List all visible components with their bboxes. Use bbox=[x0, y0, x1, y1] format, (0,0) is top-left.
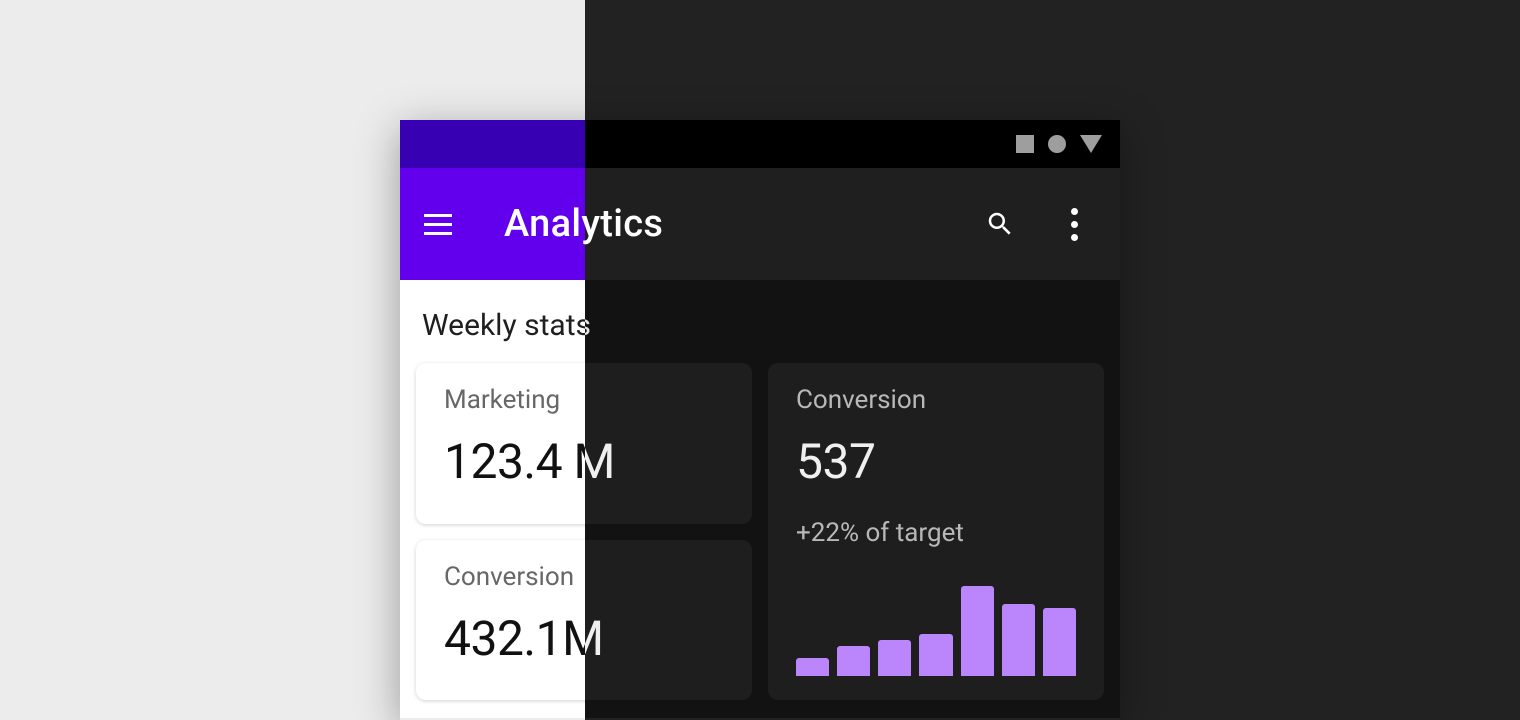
app-title: Analytics bbox=[504, 202, 585, 246]
status-bar bbox=[585, 120, 1120, 168]
card-marketing[interactable]: Marketing 123.4 M bbox=[416, 363, 585, 524]
menu-icon[interactable] bbox=[420, 206, 456, 242]
status-square-icon bbox=[1016, 135, 1034, 153]
app-bar: Analytics bbox=[400, 168, 585, 280]
card-label: Marketing bbox=[444, 385, 585, 415]
chart-bar bbox=[837, 646, 870, 676]
chart-bar bbox=[1043, 608, 1076, 676]
chart-bar bbox=[961, 586, 994, 676]
card-value: 432.1M bbox=[585, 610, 724, 667]
card-label: Conversion bbox=[585, 562, 724, 592]
card-label: Marketing bbox=[585, 385, 724, 415]
status-triangle-icon bbox=[1080, 135, 1102, 153]
overflow-menu-icon[interactable] bbox=[1054, 204, 1094, 244]
card-conversion-chart[interactable]: Conversion 537 +22% of target bbox=[768, 363, 1104, 700]
app-title: Analytics bbox=[585, 202, 980, 246]
status-circle-icon bbox=[1048, 135, 1066, 153]
card-conversion[interactable]: Conversion 432.1M bbox=[585, 540, 752, 701]
content-area: Weekly stats Marketing 123.4 M Conversio… bbox=[585, 280, 1120, 718]
card-label: Conversion bbox=[444, 562, 585, 592]
content-area: Weekly stats Marketing 123.4 M Conversio… bbox=[400, 280, 585, 718]
card-subtext: +22% of target bbox=[796, 518, 1076, 548]
status-bar bbox=[400, 120, 585, 168]
app-bar: Analytics bbox=[585, 168, 1120, 280]
section-title: Weekly stats bbox=[585, 308, 1098, 343]
card-value: 123.4 M bbox=[585, 433, 724, 490]
card-value: 123.4 M bbox=[444, 433, 585, 490]
card-marketing[interactable]: Marketing 123.4 M bbox=[585, 363, 752, 524]
card-conversion[interactable]: Conversion 432.1M bbox=[416, 540, 585, 701]
theme-light-half: Analytics Weekly stats Marketi bbox=[400, 120, 585, 720]
section-title: Weekly stats bbox=[422, 308, 585, 343]
search-icon[interactable] bbox=[980, 204, 1020, 244]
device-frame: Analytics Weekly stats Marketi bbox=[400, 120, 1120, 720]
theme-dark-half: Analytics Weekly stats Marketi bbox=[585, 120, 1120, 720]
card-value: 432.1M bbox=[444, 610, 585, 667]
card-value: 537 bbox=[796, 433, 1076, 490]
conversion-bar-chart bbox=[796, 576, 1076, 676]
card-label: Conversion bbox=[796, 385, 1076, 415]
chart-bar bbox=[1002, 604, 1035, 676]
chart-bar bbox=[878, 640, 911, 676]
chart-bar bbox=[919, 634, 952, 676]
chart-bar bbox=[796, 658, 829, 676]
